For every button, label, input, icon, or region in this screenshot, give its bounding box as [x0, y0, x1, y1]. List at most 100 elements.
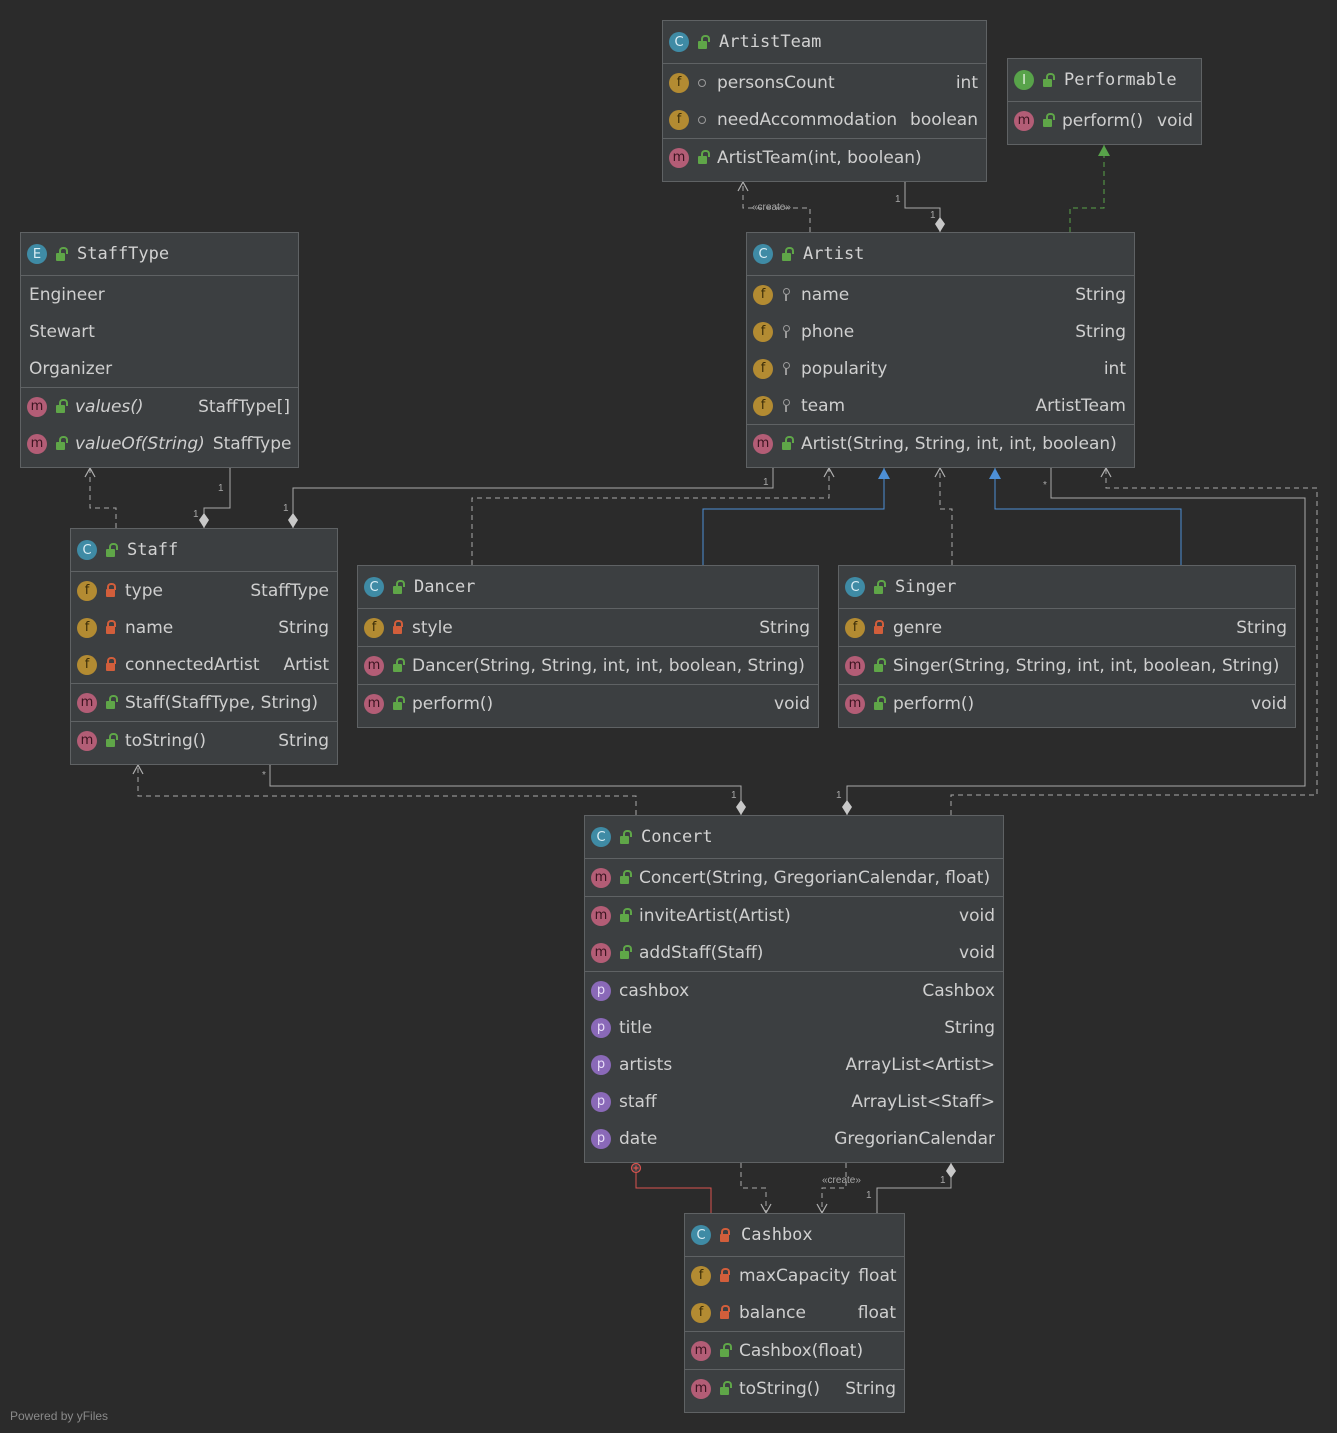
class-concert[interactable]: C Concert m Concert(String, GregorianCal…	[584, 815, 1004, 1163]
field-icon: f	[753, 358, 773, 379]
method-return-type: String	[845, 1378, 896, 1399]
field-icon: f	[364, 617, 384, 638]
field-type: Artist	[283, 654, 329, 675]
field-type: String	[1075, 284, 1126, 305]
class-icon: C	[591, 827, 611, 847]
property-icon: p	[591, 1017, 611, 1038]
class-header: C Staff	[71, 529, 337, 572]
method-row[interactable]: m ArtistTeam(int, boolean)	[663, 139, 986, 176]
property-icon: p	[591, 1128, 611, 1149]
class-artist[interactable]: C Artist f name String f phone String f …	[746, 232, 1135, 468]
method-name: values()	[75, 396, 144, 417]
class-singer[interactable]: C Singer f genre String m Singer(String,…	[838, 565, 1296, 728]
field-type: int	[1103, 358, 1126, 379]
enum-stafftype[interactable]: E StaffType Engineer Stewart Organizer m…	[20, 232, 299, 468]
edge-concert-create-cashbox	[816, 1163, 847, 1215]
field-row[interactable]: f style String	[358, 609, 818, 646]
property-icon: p	[591, 1054, 611, 1075]
field-row[interactable]: f phone String	[747, 313, 1134, 350]
field-row[interactable]: f needAccommodation boolean	[663, 101, 986, 138]
constructor-row[interactable]: m Cashbox(float)	[685, 1332, 904, 1369]
edge-dancer-uses-artist	[471, 466, 835, 565]
method-icon: m	[364, 693, 384, 714]
label-mult-many: *	[262, 770, 266, 781]
method-return-type: void	[1157, 110, 1193, 131]
property-type: Cashbox	[922, 980, 995, 1001]
constructor-row[interactable]: m Dancer(String, String, int, int, boole…	[358, 647, 818, 684]
public-lock-icon	[695, 34, 710, 50]
public-lock-icon	[390, 696, 405, 712]
field-row[interactable]: f connectedArtist Artist	[71, 646, 337, 683]
method-row[interactable]: m perform() void	[358, 685, 818, 722]
edge-singer-uses-artist	[934, 466, 953, 565]
method-row[interactable]: m inviteArtist(Artist) void	[585, 897, 1003, 934]
class-header: C Singer	[839, 566, 1295, 609]
field-type: float	[857, 1302, 896, 1323]
enum-constant-row[interactable]: Stewart	[21, 313, 298, 350]
property-row[interactable]: p staff ArrayList<Staff>	[585, 1083, 1003, 1120]
method-icon: m	[753, 433, 773, 454]
method-row[interactable]: m Artist(String, String, int, int, boole…	[747, 425, 1134, 462]
label-mult-1: 1	[731, 790, 737, 801]
public-lock-icon	[779, 436, 794, 452]
constructor-row[interactable]: m Concert(String, GregorianCalendar, flo…	[585, 859, 1003, 896]
class-icon: C	[364, 577, 384, 597]
package-visibility-icon	[695, 75, 709, 91]
method-icon: m	[669, 147, 689, 168]
class-staff[interactable]: C Staff f type StaffType f name String f…	[70, 528, 338, 765]
property-row[interactable]: p cashbox Cashbox	[585, 972, 1003, 1009]
field-row[interactable]: f popularity int	[747, 350, 1134, 387]
property-type: GregorianCalendar	[834, 1128, 995, 1149]
interface-icon: I	[1014, 70, 1034, 90]
class-artistteam[interactable]: C ArtistTeam f personsCount int f needAc…	[662, 20, 987, 182]
field-name: name	[801, 284, 850, 305]
interface-performable[interactable]: I Performable m perform() void	[1007, 58, 1202, 145]
property-row[interactable]: p artists ArrayList<Artist>	[585, 1046, 1003, 1083]
field-row[interactable]: f genre String	[839, 609, 1295, 646]
method-return-type: void	[1251, 693, 1287, 714]
method-return-type: StaffType[]	[198, 396, 290, 417]
constructor-row[interactable]: m Staff(StaffType, String)	[71, 684, 337, 721]
method-return-type: StaffType	[212, 433, 292, 454]
method-name: inviteArtist(Artist)	[639, 905, 791, 926]
method-row[interactable]: m toString() String	[685, 1370, 904, 1407]
property-row[interactable]: p date GregorianCalendar	[585, 1120, 1003, 1157]
method-name: Singer(String, String, int, int, boolean…	[893, 655, 1280, 676]
method-row[interactable]: m valueOf(String) StaffType	[21, 425, 298, 462]
property-row[interactable]: p title String	[585, 1009, 1003, 1046]
field-row[interactable]: f team ArtistTeam	[747, 387, 1134, 424]
method-return-type: void	[959, 942, 995, 963]
method-name: Cashbox(float)	[739, 1340, 864, 1361]
class-icon: C	[669, 32, 689, 52]
method-row[interactable]: m addStaff(Staff) void	[585, 934, 1003, 971]
method-row[interactable]: m toString() String	[71, 722, 337, 759]
enum-constant-row[interactable]: Organizer	[21, 350, 298, 387]
field-type: int	[955, 72, 978, 93]
field-row[interactable]: f maxCapacity float	[685, 1257, 904, 1294]
package-visibility-icon	[695, 112, 709, 128]
edge-cashbox-inner-of-concert	[635, 1172, 712, 1213]
field-type: ArtistTeam	[1035, 395, 1126, 416]
class-name: Performable	[1064, 70, 1177, 90]
field-row[interactable]: f type StaffType	[71, 572, 337, 609]
method-row[interactable]: m values() StaffType[]	[21, 388, 298, 425]
method-row[interactable]: m perform() void	[839, 685, 1295, 722]
class-cashbox[interactable]: C Cashbox f maxCapacity float f balance …	[684, 1213, 905, 1413]
class-icon: C	[845, 577, 865, 597]
public-lock-icon	[1040, 113, 1055, 129]
private-lock-icon	[103, 583, 117, 599]
field-icon: f	[669, 72, 689, 93]
field-row[interactable]: f name String	[71, 609, 337, 646]
property-name: artists	[619, 1054, 673, 1075]
field-row[interactable]: f name String	[747, 276, 1134, 313]
field-row[interactable]: f personsCount int	[663, 64, 986, 101]
public-lock-icon	[53, 246, 68, 262]
method-row[interactable]: m perform() void	[1008, 102, 1201, 139]
method-icon: m	[591, 867, 611, 888]
public-lock-icon	[717, 1381, 732, 1397]
class-name: Dancer	[414, 577, 476, 597]
constructor-row[interactable]: m Singer(String, String, int, int, boole…	[839, 647, 1295, 684]
class-dancer[interactable]: C Dancer f style String m Dancer(String,…	[357, 565, 819, 728]
field-row[interactable]: f balance float	[685, 1294, 904, 1331]
enum-constant-row[interactable]: Engineer	[21, 276, 298, 313]
